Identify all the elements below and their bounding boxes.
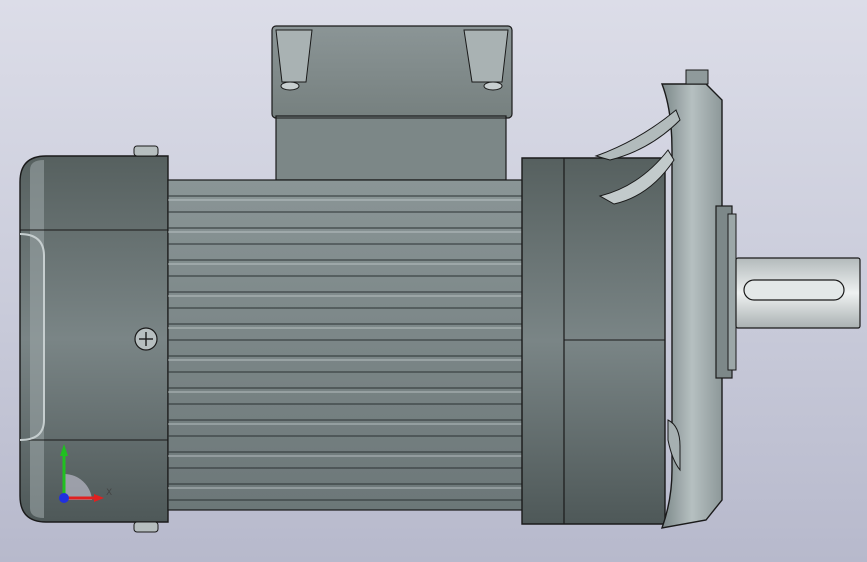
rear-end-cap[interactable] bbox=[19, 145, 169, 533]
terminal-screw-right bbox=[483, 81, 503, 91]
x-axis-label: X bbox=[106, 488, 112, 498]
shaft-keyway bbox=[743, 279, 845, 301]
terminal-box[interactable] bbox=[271, 25, 513, 181]
cap-screw-top bbox=[133, 145, 159, 157]
cad-graphics-area[interactable]: X bbox=[0, 0, 867, 562]
output-shaft[interactable] bbox=[735, 257, 861, 329]
cap-screw-center bbox=[134, 327, 158, 351]
stator-housing-fins[interactable] bbox=[167, 179, 525, 511]
cap-screw-bottom bbox=[133, 521, 159, 533]
terminal-screw-left bbox=[280, 81, 300, 91]
gearbox-housing[interactable] bbox=[521, 157, 666, 525]
